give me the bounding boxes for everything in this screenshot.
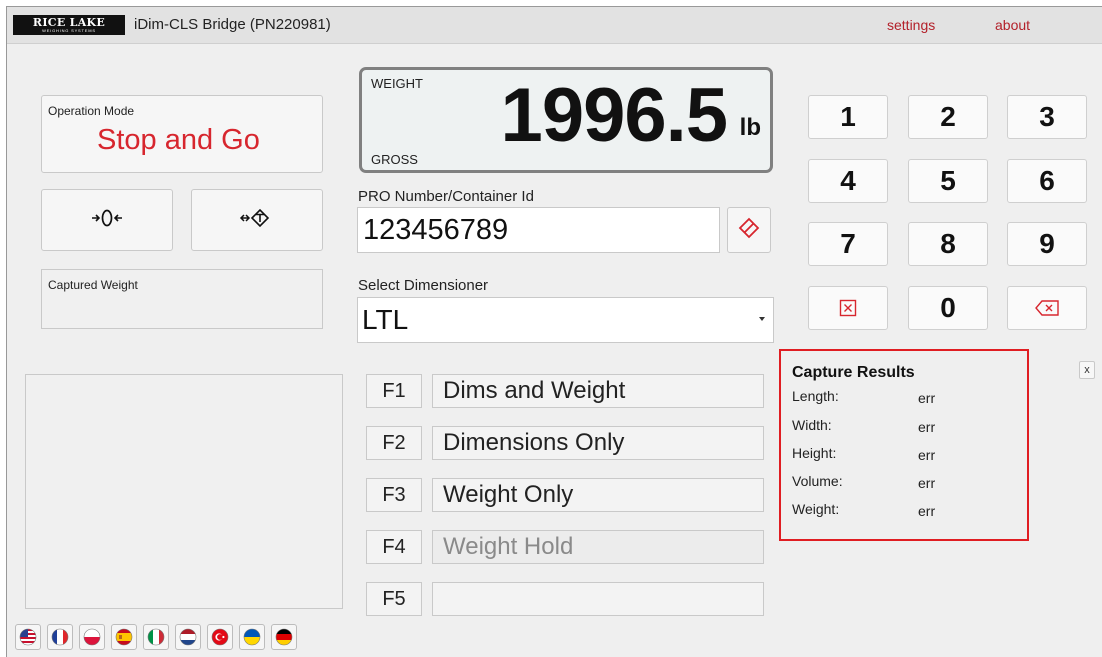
keypad-backspace-button[interactable] xyxy=(1007,286,1087,330)
pro-number-label: PRO Number/Container Id xyxy=(358,188,534,205)
image-preview-panel xyxy=(25,374,343,609)
captured-weight-label: Captured Weight xyxy=(48,278,138,292)
logo-tagline: WEIGHING SYSTEMS xyxy=(42,28,96,33)
keypad-7[interactable]: 7 xyxy=(808,222,888,266)
result-width-value: err xyxy=(918,419,936,435)
german-flag-icon xyxy=(275,628,293,646)
dropdown-caret-icon xyxy=(759,317,765,321)
clear-x-icon xyxy=(839,292,857,324)
f1-key[interactable]: F1 xyxy=(366,374,422,408)
polish-flag-icon xyxy=(83,628,101,646)
us-flag-icon xyxy=(19,628,37,646)
rice-lake-logo: RICE LAKE WEIGHING SYSTEMS xyxy=(13,15,125,35)
flag-ukrainian-button[interactable] xyxy=(239,624,265,650)
zero-button[interactable] xyxy=(41,189,173,251)
f1-dims-and-weight-button[interactable]: Dims and Weight xyxy=(432,374,764,408)
captured-weight-panel: Captured Weight xyxy=(41,269,323,329)
settings-link[interactable]: settings xyxy=(887,17,935,33)
operation-mode-value: Stop and Go xyxy=(97,124,260,156)
weight-label: WEIGHT xyxy=(371,76,423,91)
keypad-4[interactable]: 4 xyxy=(808,159,888,203)
weight-value: 1996.5 xyxy=(500,73,728,158)
flag-dutch-button[interactable] xyxy=(175,624,201,650)
result-width-label: Width: xyxy=(792,417,832,433)
f5-button[interactable] xyxy=(432,582,764,616)
operation-mode-label: Operation Mode xyxy=(48,104,135,118)
french-flag-icon xyxy=(51,628,69,646)
result-volume-label: Volume: xyxy=(792,473,843,489)
dutch-flag-icon xyxy=(179,628,197,646)
result-weight-label: Weight: xyxy=(792,501,840,517)
flag-italian-button[interactable] xyxy=(143,624,169,650)
app-title: iDim-CLS Bridge (PN220981) xyxy=(134,16,331,33)
title-bar: RICE LAKE WEIGHING SYSTEMS iDim-CLS Brid… xyxy=(7,7,1102,44)
capture-results-title: Capture Results xyxy=(792,364,915,381)
flag-english-us-button[interactable] xyxy=(15,624,41,650)
logo-wordmark: RICE LAKE xyxy=(32,16,106,29)
f4-weight-hold-button[interactable]: Weight Hold xyxy=(432,530,764,564)
result-height-value: err xyxy=(918,447,936,463)
dimensioner-select[interactable]: LTL xyxy=(357,297,774,343)
weight-display: WEIGHT 1996.5 lb GROSS xyxy=(359,67,773,173)
keypad-9[interactable]: 9 xyxy=(1007,222,1087,266)
flag-french-button[interactable] xyxy=(47,624,73,650)
turkish-flag-icon xyxy=(211,628,229,646)
result-weight-value: err xyxy=(918,503,936,519)
flag-spanish-button[interactable] xyxy=(111,624,137,650)
keypad-3[interactable]: 3 xyxy=(1007,95,1087,139)
operation-mode-button[interactable]: Operation Mode Stop and Go xyxy=(41,95,323,173)
flag-german-button[interactable] xyxy=(271,624,297,650)
dimensioner-selected-value: LTL xyxy=(362,304,409,335)
eraser-icon xyxy=(736,217,762,244)
dimensioner-label: Select Dimensioner xyxy=(358,277,489,294)
keypad-8[interactable]: 8 xyxy=(908,222,988,266)
ukrainian-flag-icon xyxy=(243,628,261,646)
app-window: RICE LAKE WEIGHING SYSTEMS iDim-CLS Brid… xyxy=(6,6,1102,657)
italian-flag-icon xyxy=(147,628,165,646)
flag-turkish-button[interactable] xyxy=(207,624,233,650)
capture-results-panel: Capture Results Length: err Width: err H… xyxy=(779,349,1029,541)
keypad-2[interactable]: 2 xyxy=(908,95,988,139)
pro-number-input[interactable]: 123456789 xyxy=(357,207,720,253)
clear-pro-button[interactable] xyxy=(727,207,771,253)
f4-key[interactable]: F4 xyxy=(366,530,422,564)
f2-dimensions-only-button[interactable]: Dimensions Only xyxy=(432,426,764,460)
f2-key[interactable]: F2 xyxy=(366,426,422,460)
result-length-value: err xyxy=(918,390,936,406)
weight-unit: lb xyxy=(739,114,761,141)
backspace-icon xyxy=(1034,292,1060,324)
keypad-clear-button[interactable] xyxy=(808,286,888,330)
zero-icon xyxy=(90,207,124,234)
keypad-0[interactable]: 0 xyxy=(908,286,988,330)
keypad-5[interactable]: 5 xyxy=(908,159,988,203)
close-results-button[interactable]: x xyxy=(1079,361,1095,379)
flag-polish-button[interactable] xyxy=(79,624,105,650)
about-link[interactable]: about xyxy=(995,17,1030,33)
tare-icon xyxy=(239,206,275,235)
gross-label: GROSS xyxy=(371,152,418,167)
result-height-label: Height: xyxy=(792,445,837,461)
spanish-flag-icon xyxy=(115,628,133,646)
f5-key[interactable]: F5 xyxy=(366,582,422,616)
tare-button[interactable] xyxy=(191,189,323,251)
f3-key[interactable]: F3 xyxy=(366,478,422,512)
result-length-label: Length: xyxy=(792,388,839,404)
f3-weight-only-button[interactable]: Weight Only xyxy=(432,478,764,512)
keypad-6[interactable]: 6 xyxy=(1007,159,1087,203)
result-volume-value: err xyxy=(918,475,936,491)
keypad-1[interactable]: 1 xyxy=(808,95,888,139)
